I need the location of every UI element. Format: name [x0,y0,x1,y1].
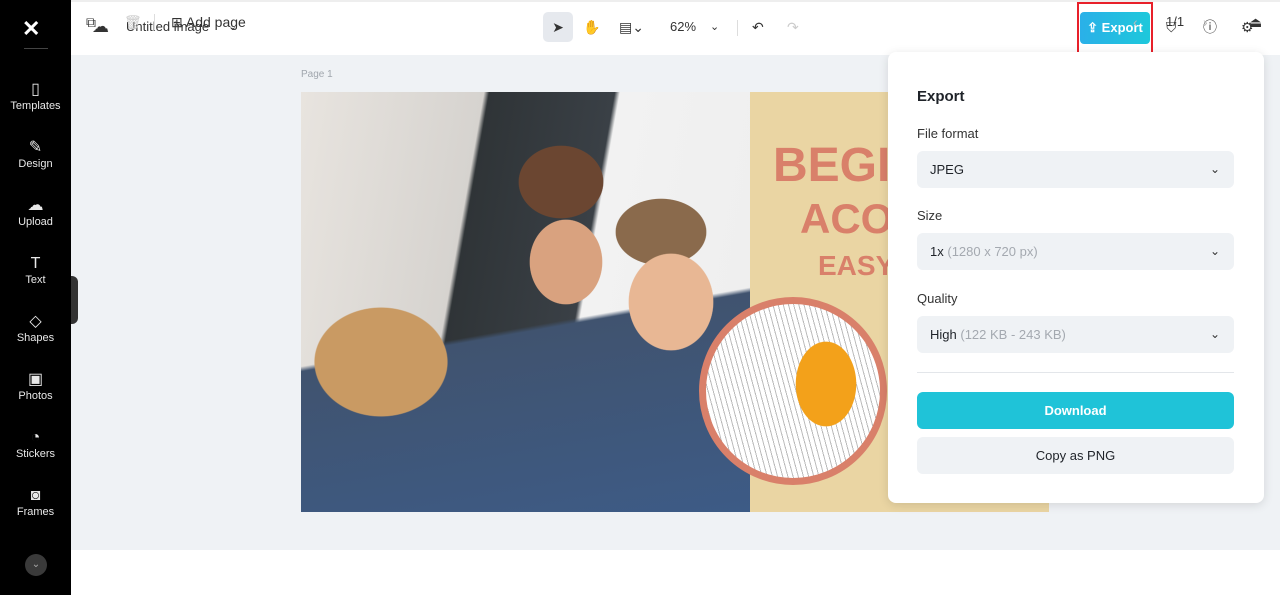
export-panel: Export File format JPEG ⌄ Size 1x (1280 x… [888,52,1264,503]
text-icon: T [30,255,41,272]
headline-line-1[interactable]: BEGI [773,138,890,193]
shapes-icon: ◇ [29,313,42,330]
sidebar-item-text[interactable]: T Text [0,254,71,286]
copy-as-png-button[interactable]: Copy as PNG [917,437,1234,474]
sidebar-item-label: Text [25,274,46,286]
quality-value: High [930,327,957,342]
expand-pages-icon[interactable]: ⏏ [1249,12,1262,32]
upload-icon: ☁ [27,197,44,214]
guitar-lesson-photo[interactable] [301,92,750,512]
divider [24,48,48,49]
frames-icon: ◙ [30,487,41,504]
layout-icon[interactable]: ▤⌄ [619,14,644,40]
divider [917,372,1234,373]
file-format-select[interactable]: JPEG ⌄ [917,151,1234,188]
sidebar: ✕ ▯ Templates ✎ Design ☁ Upload T Text ◇ Shap… [0,0,71,595]
sheet-music-circle-photo[interactable] [699,297,887,485]
size-label: Size [917,208,943,223]
page-counter: 1/1 [1166,14,1185,29]
divider [737,20,738,36]
chevron-down-icon: ⌄ [1209,162,1220,176]
photos-icon: ▣ [27,371,44,388]
sidebar-item-label: Templates [10,100,61,112]
delete-trash-icon[interactable]: 🗑 [124,12,142,32]
chevron-down-icon: ⌄ [1209,327,1220,341]
sidebar-item-label: Stickers [15,448,56,460]
duplicate-page-icon[interactable]: ⧉ [86,12,96,32]
templates-icon: ▯ [31,81,40,98]
stickers-icon: ◔ [30,429,41,446]
zoom-level[interactable]: 62% [670,14,696,40]
file-format-label: File format [917,126,979,141]
size-detail: (1280 x 720 px) [947,244,1038,259]
zoom-chevron-down-icon[interactable]: ⌄ [710,14,719,40]
quality-label: Quality [917,291,958,306]
sidebar-item-label: Photos [18,390,53,402]
bottom-bar [71,550,1280,595]
sidebar-item-label: Frames [16,506,55,518]
sidebar-item-photos[interactable]: ▣ Photos [0,370,71,402]
chevron-down-icon: ⌄ [1209,244,1220,258]
previous-page-icon[interactable]: ‹ [1133,12,1138,32]
more-chevron-down-icon[interactable]: ⌄ [25,554,47,576]
headline-line-2[interactable]: ACO [800,195,893,243]
add-page-icon: ⊞ [171,14,186,30]
add-page-label: Add page [185,14,246,30]
collapse-sidebar-handle[interactable] [71,276,78,324]
quality-detail: (122 KB - 243 KB) [960,327,1066,342]
export-panel-title: Export [917,88,965,105]
quality-select[interactable]: High (122 KB - 243 KB) ⌄ [917,316,1234,353]
headline-line-3[interactable]: EASY [818,250,894,282]
sidebar-item-upload[interactable]: ☁ Upload [0,196,71,228]
sidebar-item-label: Upload [18,216,53,228]
sidebar-item-label: Design [18,158,53,170]
size-select[interactable]: 1x (1280 x 720 px) ⌄ [917,233,1234,270]
select-cursor-icon[interactable]: ➤ [543,12,573,42]
size-value: 1x [930,244,944,259]
sidebar-item-design[interactable]: ✎ Design [0,138,71,170]
design-icon: ✎ [28,139,43,156]
sidebar-item-templates[interactable]: ▯ Templates [0,80,71,112]
download-button[interactable]: Download [917,392,1234,429]
page-label: Page 1 [301,69,333,80]
sidebar-item-shapes[interactable]: ◇ Shapes [0,312,71,344]
divider [154,14,155,30]
undo-icon[interactable]: ↶ [752,14,764,40]
sidebar-item-frames[interactable]: ◙ Frames [0,486,71,518]
hand-pan-icon[interactable]: ✋ [583,14,600,40]
add-page-button[interactable]: ⊞ Add page [171,12,246,32]
file-format-value: JPEG [930,162,964,177]
sidebar-item-label: Shapes [16,332,55,344]
highlight-box [1077,2,1153,55]
sidebar-item-stickers[interactable]: ◔ Stickers [0,428,71,460]
redo-icon[interactable]: ↷ [787,14,799,40]
next-page-icon[interactable]: › [1203,12,1208,32]
capcut-logo-icon[interactable]: ✕ [22,16,40,42]
